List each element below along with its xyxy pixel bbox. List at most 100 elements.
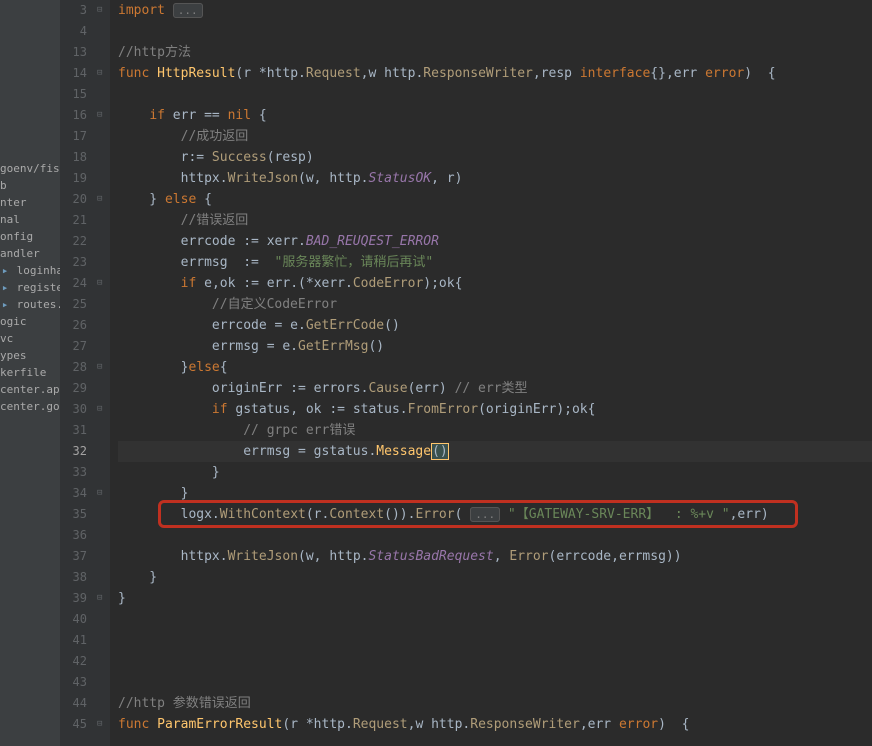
code-line[interactable]: if err == nil { [118,105,872,126]
sidebar-item-8[interactable]: ▸ routes.go [0,296,60,313]
code-line[interactable]: } [118,483,872,504]
line-number: 30 [60,399,87,420]
code-line[interactable]: // grpc err错误 [118,420,872,441]
sidebar-item-7[interactable]: ▸ registerh [0,279,60,296]
code-line[interactable]: } else { [118,189,872,210]
code-line[interactable]: errmsg := "服务器繁忙，请稍后再试" [118,252,872,273]
token-str: "服务器繁忙，请稍后再试" [275,255,434,270]
code-line[interactable] [118,651,872,672]
fold-toggle-icon[interactable]: ⊟ [97,5,102,15]
code-line[interactable]: if e,ok := err.(*xerr.CodeError);ok{ [118,273,872,294]
token-op: == [204,108,227,123]
code-line[interactable]: errcode := xerr.BAD_REUQEST_ERROR [118,231,872,252]
code-line[interactable]: logx.WithContext(r.Context()).Error( ...… [118,504,872,525]
token-const: StatusOK [368,171,431,186]
code-line[interactable] [118,672,872,693]
fold-toggle-icon[interactable]: ⊟ [97,278,102,288]
token-op: ,err) [730,507,769,522]
code-line[interactable] [118,630,872,651]
code-line[interactable]: r:= Success(resp) [118,147,872,168]
code-line[interactable] [118,21,872,42]
fold-toggle-icon[interactable]: ⊟ [97,593,102,603]
fold-toggle-icon[interactable]: ⊟ [97,488,102,498]
line-number: 3 [60,0,87,21]
code-line[interactable] [118,525,872,546]
token-op: (r * [235,66,266,81]
token-call: Cause [368,381,407,396]
code-line[interactable]: } [118,588,872,609]
fold-placeholder[interactable]: ... [173,3,203,18]
sidebar-item-4[interactable]: onfig [0,228,60,245]
fold-toggle-icon[interactable]: ⊟ [97,68,102,78]
fold-placeholder[interactable]: ... [470,507,500,522]
code-line[interactable] [118,609,872,630]
sidebar-item-12[interactable]: kerfile [0,364,60,381]
token-op [118,213,181,228]
line-number: 17 [60,126,87,147]
sidebar-item-6[interactable]: ▸ loginhan [0,262,60,279]
sidebar-item-5[interactable]: andler [0,245,60,262]
code-line[interactable]: httpx.WriteJson(w, http.StatusBadRequest… [118,546,872,567]
token-op: errmsg := [118,255,275,270]
token-op: () [368,339,384,354]
code-line[interactable]: func ParamErrorResult(r *http.Request,w … [118,714,872,735]
code-line[interactable]: //http 参数错误返回 [118,693,872,714]
fold-toggle-icon[interactable]: ⊟ [97,110,102,120]
code-line[interactable]: httpx.WriteJson(w, http.StatusOK, r) [118,168,872,189]
sidebar-item-1[interactable]: b [0,177,60,194]
sidebar-item-label: kerfile [0,366,46,379]
code-line[interactable]: //http方法 [118,42,872,63]
token-ident: e [204,276,212,291]
token-op: {}, [650,66,673,81]
code-line[interactable]: errmsg = gstatus.Message() [118,441,872,462]
token-call: CodeError [353,276,423,291]
fold-toggle-icon[interactable]: ⊟ [97,404,102,414]
line-number: 43 [60,672,87,693]
code-line[interactable]: originErr := errors.Cause(err) // err类型 [118,378,872,399]
token-op: );ok{ [423,276,462,291]
code-line[interactable]: }else{ [118,357,872,378]
token-kw: func [118,66,157,81]
sidebar-item-13[interactable]: center.api [0,381,60,398]
sidebar-item-3[interactable]: nal [0,211,60,228]
sidebar-item-label: onfig [0,230,33,243]
sidebar-item-14[interactable]: center.go [0,398,60,415]
file-icon: ▸ [0,298,10,311]
file-tree-sidebar[interactable]: goenv/fishtbnternal onfig andler▸ loginhan… [0,0,60,746]
token-op: := err.(*xerr. [235,276,352,291]
token-op: ) { [744,66,775,81]
line-number: 33 [60,462,87,483]
sidebar-item-11[interactable]: ypes [0,347,60,364]
code-line[interactable]: errcode = e.GetErrCode() [118,315,872,336]
token-call: Success [212,150,267,165]
code-line[interactable]: } [118,462,872,483]
fold-toggle-icon[interactable]: ⊟ [97,194,102,204]
token-op: errcode := xerr. [118,234,306,249]
sidebar-item-10[interactable]: vc [0,330,60,347]
code-line[interactable] [118,84,872,105]
sidebar-item-0[interactable]: goenv/fisht [0,160,60,177]
token-op [118,423,243,438]
token-const: StatusBadRequest [368,549,493,564]
sidebar-item-2[interactable]: nter [0,194,60,211]
fold-toggle-icon[interactable]: ⊟ [97,719,102,729]
token-kw: func [118,717,157,732]
code-line[interactable]: //错误返回 [118,210,872,231]
code-line[interactable]: //成功返回 [118,126,872,147]
token-ident: err [674,66,705,81]
code-line[interactable]: errmsg = e.GetErrMsg() [118,336,872,357]
code-line[interactable]: if gstatus, ok := status.FromError(origi… [118,399,872,420]
fold-gutter[interactable]: ⊟ ⊟ ⊟ ⊟ ⊟ ⊟ ⊟ ⊟ ⊟ ⊟ [95,0,110,746]
token-op: { [251,108,267,123]
token-str: "【GATEWAY-SRV-ERR】 : %+v " [500,507,730,522]
code-line[interactable]: } [118,567,872,588]
line-number: 27 [60,336,87,357]
code-line[interactable]: //自定义CodeError [118,294,872,315]
code-line[interactable]: func HttpResult(r *http.Request,w http.R… [118,63,872,84]
code-area[interactable]: import ... //http方法func HttpResult(r *htt… [110,0,872,746]
code-editor[interactable]: 3413141516171819202122232425262728293031… [60,0,872,746]
code-line[interactable]: import ... [118,0,872,21]
token-ident: ok [220,276,236,291]
fold-toggle-icon[interactable]: ⊟ [97,362,102,372]
sidebar-item-9[interactable]: ogic [0,313,60,330]
